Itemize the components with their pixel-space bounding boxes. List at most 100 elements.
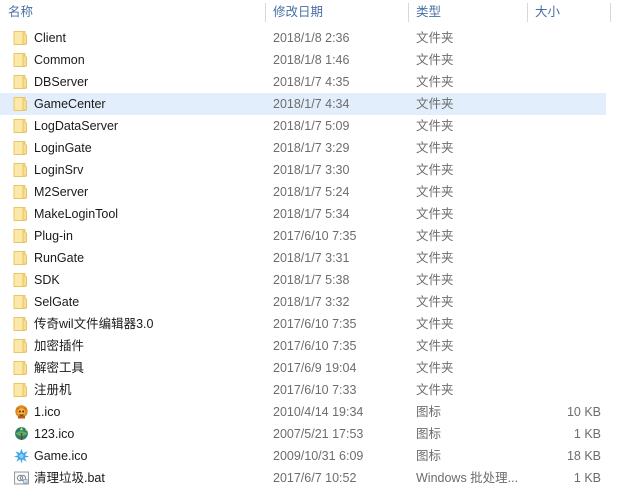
column-header-type[interactable]: 类型 (408, 0, 441, 24)
file-row[interactable]: LogDataServer 2018/1/7 5:09 文件夹 (0, 115, 624, 137)
file-list-view[interactable]: ⌃ 名称 修改日期 类型 大小 Client2018/1/8 2:36文件夹Co… (0, 0, 624, 501)
file-size-cell (523, 225, 601, 247)
file-row[interactable]: 清理垃圾.bat 2017/6/7 10:52 Windows 批处理... 1 KB (0, 467, 624, 489)
file-size-cell (523, 181, 601, 203)
folder-icon (13, 162, 30, 178)
file-type-cell: 图标 (416, 427, 442, 441)
file-type-cell: 文件夹 (416, 229, 454, 243)
folder-icon (13, 382, 30, 398)
file-size-cell (523, 71, 601, 93)
file-row[interactable]: 传奇wil文件编辑器3.0 2017/6/10 7:35 文件夹 (0, 313, 624, 335)
file-size-cell (523, 357, 601, 379)
file-name-cell: GameCenter (34, 97, 106, 111)
file-name-cell: 传奇wil文件编辑器3.0 (34, 317, 154, 331)
file-size-cell (523, 247, 601, 269)
file-date-cell: 2017/6/7 10:52 (273, 471, 357, 485)
file-date-cell: 2018/1/7 4:34 (273, 97, 350, 111)
file-date-cell: 2017/6/10 7:35 (273, 229, 357, 243)
file-type-cell: 文件夹 (416, 317, 454, 331)
file-name-cell: 加密插件 (34, 339, 85, 353)
file-row[interactable]: DBServer 2018/1/7 4:35 文件夹 (0, 71, 624, 93)
file-size-cell (523, 137, 601, 159)
file-row[interactable]: 1.ico 2010/4/14 19:34 图标 10 KB (0, 401, 624, 423)
folder-icon (13, 52, 30, 68)
file-name-cell: Common (34, 53, 85, 67)
file-size-cell (523, 93, 601, 115)
file-date-cell: 2018/1/7 5:38 (273, 273, 350, 287)
file-type-cell: 文件夹 (416, 273, 454, 287)
file-row[interactable]: LoginGate 2018/1/7 3:29 文件夹 (0, 137, 624, 159)
file-date-cell: 2010/4/14 19:34 (273, 405, 364, 419)
column-separator[interactable] (408, 3, 409, 22)
column-header-name[interactable]: 名称 (0, 0, 33, 24)
file-name-cell: LogDataServer (34, 119, 119, 133)
file-name-cell: LoginGate (34, 141, 92, 155)
file-rows[interactable]: Client 2018/1/8 2:36 文件夹 Common 2018/1/8 1:4… (0, 27, 624, 489)
file-type-cell: 文件夹 (416, 361, 454, 375)
file-type-cell: Windows 批处理... (416, 471, 519, 485)
file-type-cell: 文件夹 (416, 53, 454, 67)
folder-icon (13, 316, 30, 332)
folder-icon (13, 118, 30, 134)
file-name-cell: SelGate (34, 295, 80, 309)
folder-icon (13, 206, 30, 222)
file-size-cell (523, 159, 601, 181)
file-date-cell: 2018/1/8 1:46 (273, 53, 350, 67)
file-row[interactable]: RunGate 2018/1/7 3:31 文件夹 (0, 247, 624, 269)
file-row[interactable]: M2Server 2018/1/7 5:24 文件夹 (0, 181, 624, 203)
column-separator[interactable] (265, 3, 266, 22)
file-row[interactable]: SDK 2018/1/7 5:38 文件夹 (0, 269, 624, 291)
file-row[interactable]: 加密插件 2017/6/10 7:35 文件夹 (0, 335, 624, 357)
file-date-cell: 2018/1/7 4:35 (273, 75, 350, 89)
folder-icon (13, 228, 30, 244)
folder-icon (13, 272, 30, 288)
file-row[interactable]: LoginSrv 2018/1/7 3:30 文件夹 (0, 159, 624, 181)
file-date-cell: 2018/1/7 3:32 (273, 295, 350, 309)
star-ico-icon (13, 448, 30, 464)
file-size-cell (523, 313, 601, 335)
column-separator[interactable] (527, 3, 528, 22)
file-size-cell (523, 291, 601, 313)
file-date-cell: 2018/1/7 5:34 (273, 207, 350, 221)
file-row[interactable]: Client 2018/1/8 2:36 文件夹 (0, 27, 624, 49)
column-header-size[interactable]: 大小 (527, 0, 560, 24)
file-date-cell: 2018/1/8 2:36 (273, 31, 350, 45)
file-date-cell: 2018/1/7 3:29 (273, 141, 350, 155)
file-name-cell: RunGate (34, 251, 85, 265)
file-row[interactable]: 解密工具 2017/6/9 19:04 文件夹 (0, 357, 624, 379)
file-type-cell: 文件夹 (416, 207, 454, 221)
file-size-cell: 1 KB (573, 471, 601, 485)
file-type-cell: 文件夹 (416, 295, 454, 309)
file-name-cell: SDK (34, 273, 60, 287)
file-row[interactable]: SelGate 2018/1/7 3:32 文件夹 (0, 291, 624, 313)
file-date-cell: 2017/6/10 7:35 (273, 339, 357, 353)
file-name-cell: DBServer (34, 75, 89, 89)
column-header-bar[interactable]: 名称 修改日期 类型 大小 (0, 0, 624, 24)
folder-icon (13, 74, 30, 90)
file-type-cell: 图标 (416, 405, 442, 419)
file-size-cell: 1 KB (573, 427, 601, 441)
file-name-cell: 解密工具 (34, 361, 85, 375)
file-row[interactable]: Plug-in 2017/6/10 7:35 文件夹 (0, 225, 624, 247)
folder-icon (13, 250, 30, 266)
file-row[interactable]: 注册机 2017/6/10 7:33 文件夹 (0, 379, 624, 401)
file-name-cell: 清理垃圾.bat (34, 471, 105, 485)
folder-icon (13, 338, 30, 354)
file-row[interactable]: GameCenter 2018/1/7 4:34 文件夹 (0, 93, 624, 115)
file-name-cell: Plug-in (34, 229, 73, 243)
file-type-cell: 文件夹 (416, 383, 454, 397)
file-row[interactable]: MakeLoginTool 2018/1/7 5:34 文件夹 (0, 203, 624, 225)
file-size-cell: 10 KB (566, 405, 601, 419)
column-header-date[interactable]: 修改日期 (265, 0, 323, 24)
file-row[interactable]: 123.ico 2007/5/21 17:53 图标 1 KB (0, 423, 624, 445)
file-date-cell: 2018/1/7 5:09 (273, 119, 350, 133)
file-row[interactable]: Common 2018/1/8 1:46 文件夹 (0, 49, 624, 71)
file-size-cell (523, 49, 601, 71)
file-size-cell (523, 27, 601, 49)
file-size-cell (523, 203, 601, 225)
folder-icon (13, 140, 30, 156)
column-separator[interactable] (610, 3, 611, 22)
file-row[interactable]: Game.ico 2009/10/31 6:09 图标 18 KB (0, 445, 624, 467)
lion-ico-icon (13, 404, 30, 420)
file-type-cell: 文件夹 (416, 251, 454, 265)
